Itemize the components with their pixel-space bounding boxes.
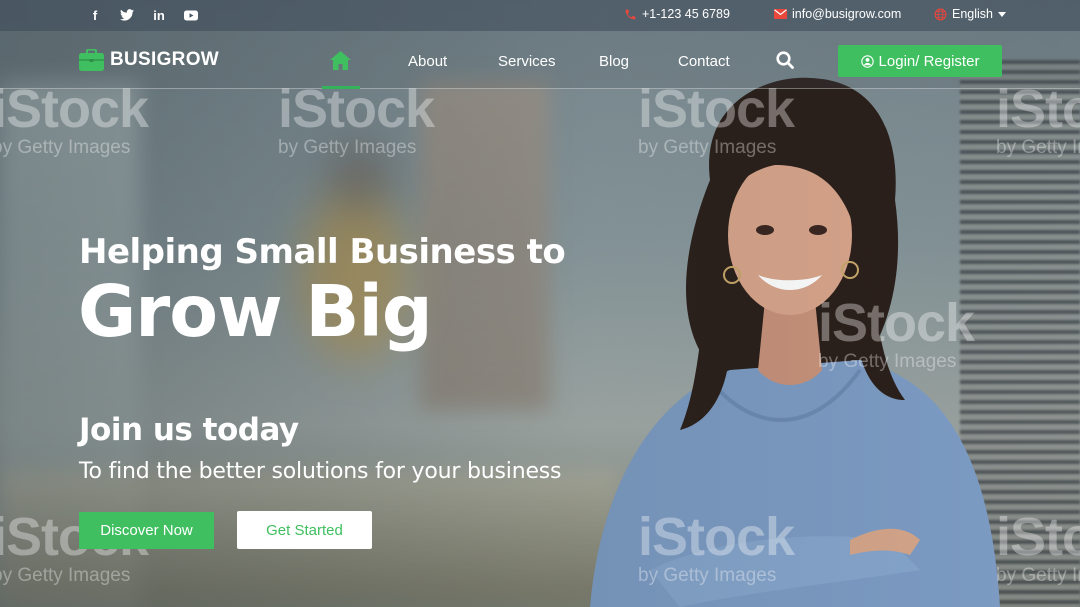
nav-active-indicator — [322, 86, 360, 89]
hero-subtitle: Helping Small Business to — [79, 232, 566, 272]
globe-icon — [934, 8, 947, 20]
main-navbar: BUSIGROW About Services Blog Contact Log… — [0, 31, 1080, 89]
linkedin-icon[interactable]: in — [150, 6, 168, 24]
discover-now-button[interactable]: Discover Now — [79, 512, 214, 549]
nav-home[interactable] — [330, 51, 351, 74]
brand-name: BUSIGROW — [110, 49, 220, 70]
hero-title: Grow Big — [78, 270, 433, 353]
get-started-button[interactable]: Get Started — [237, 511, 372, 549]
email-contact[interactable]: info@busigrow.com — [774, 7, 901, 21]
mail-icon — [774, 9, 787, 19]
top-bar: f in +1-123 45 6789 info@busigrow.com En… — [0, 0, 1080, 31]
youtube-icon[interactable] — [182, 6, 200, 24]
nav-item-contact[interactable]: Contact — [678, 53, 730, 70]
home-icon — [330, 51, 351, 70]
brand-logo[interactable]: BUSIGROW — [79, 49, 219, 71]
login-register-label: Login/ Register — [878, 52, 980, 70]
nav-item-about[interactable]: About — [408, 53, 447, 70]
language-selector[interactable]: English — [934, 7, 1006, 21]
search-button[interactable] — [776, 51, 794, 73]
nav-item-services[interactable]: Services — [498, 53, 556, 70]
language-label: English — [952, 7, 993, 21]
hero-tagline: To find the better solutions for your bu… — [79, 459, 562, 484]
caret-down-icon — [998, 11, 1006, 17]
facebook-icon[interactable]: f — [86, 6, 104, 24]
phone-contact[interactable]: +1-123 45 6789 — [624, 7, 730, 21]
join-heading: Join us today — [79, 412, 299, 448]
social-links: f in — [86, 6, 200, 24]
phone-number: +1-123 45 6789 — [642, 7, 730, 21]
briefcase-icon — [79, 49, 104, 71]
phone-icon — [625, 9, 636, 19]
login-register-button[interactable]: Login/ Register — [838, 45, 1002, 77]
nav-item-blog[interactable]: Blog — [599, 53, 629, 70]
email-address: info@busigrow.com — [792, 7, 902, 21]
user-circle-icon — [860, 54, 874, 68]
search-icon — [776, 51, 794, 69]
twitter-icon[interactable] — [118, 6, 136, 24]
